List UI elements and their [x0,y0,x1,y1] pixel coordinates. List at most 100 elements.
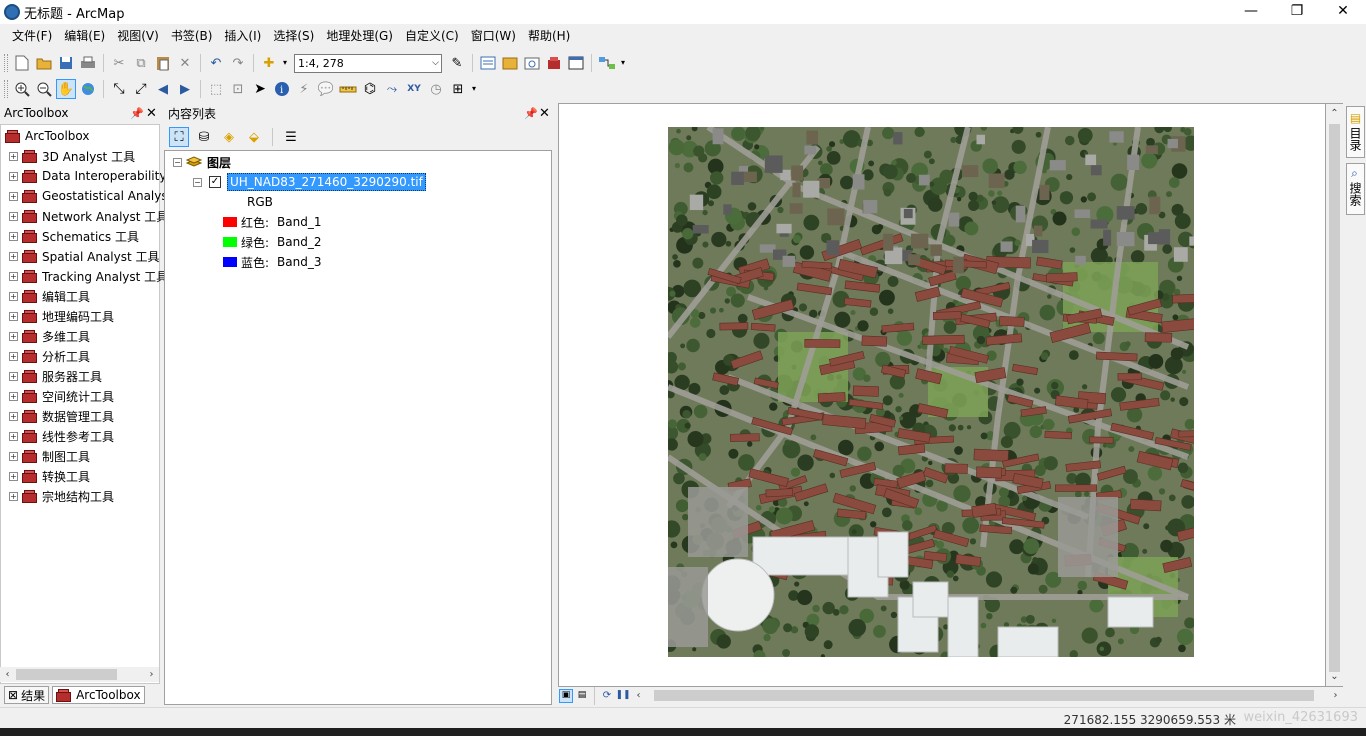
expand-icon[interactable]: + [9,491,18,501]
tree-root-arctoolbox[interactable]: ArcToolbox [5,126,89,146]
scroll-left-icon[interactable]: ‹ [631,688,646,703]
undo-icon[interactable]: ↶ [206,53,226,73]
list-by-selection-icon[interactable]: ⬙ [244,127,264,147]
layout-view-icon[interactable]: ▤ [575,689,589,703]
open-folder-icon[interactable] [34,53,54,73]
toolbox-item[interactable]: +3D Analyst 工具 [9,146,135,166]
zoom-out-icon[interactable] [34,79,54,99]
collapse-icon[interactable]: − [173,157,182,167]
measure-icon[interactable] [338,79,358,99]
refresh-icon[interactable]: ⟳ [600,689,614,703]
expand-icon[interactable]: + [9,331,18,341]
delete-icon[interactable]: ✕ [175,53,195,73]
toolbox-item[interactable]: + Network Analyst 工具 [9,206,168,226]
table-of-contents-icon[interactable] [478,53,498,73]
map-scale-combo[interactable]: 1:4, 278 ⌵ [294,53,442,73]
pause-drawing-icon[interactable]: ❚❚ [615,689,630,703]
toolbox-item[interactable]: + 转换工具 [9,466,90,486]
fixed-zoom-out-icon[interactable]: ⤢ [131,79,151,99]
forward-extent-icon[interactable]: ▶ [175,79,195,99]
menu-file[interactable]: 文件(F) [6,24,58,48]
scroll-thumb[interactable] [1329,124,1340,672]
toolbar-options-icon[interactable]: ▾ [619,53,627,73]
fixed-zoom-in-icon[interactable]: ⤡ [109,79,129,99]
catalog-dock-tab[interactable]: ▤ 目录 [1346,106,1365,158]
pin-icon[interactable]: 📌 [524,107,538,120]
toolbox-item[interactable]: + Geostatistical Analyst [9,186,172,206]
toolbox-item[interactable]: + 服务器工具 [9,366,102,386]
toolbox-item[interactable]: + Tracking Analyst 工具 [9,266,168,286]
expand-icon[interactable]: + [9,371,18,381]
menu-geoprocessing[interactable]: 地理处理(G) [320,24,399,48]
toolbox-item[interactable]: + 数据管理工具 [9,406,114,426]
map-vertical-scrollbar[interactable]: ⌃ ⌄ [1326,103,1343,687]
add-data-icon[interactable]: ✚ [259,53,279,73]
map-display[interactable] [558,103,1326,687]
toolbox-item[interactable]: + 线性参考工具 [9,426,114,446]
menu-customize[interactable]: 自定义(C) [399,24,465,48]
menu-insert[interactable]: 插入(I) [218,24,267,48]
expand-icon[interactable]: + [9,171,18,181]
toolbar-options-icon[interactable]: ▾ [470,79,478,99]
list-by-source-icon[interactable]: ⛁ [194,127,214,147]
toolbox-item[interactable]: + 地理编码工具 [9,306,114,326]
editor-toolbar-icon[interactable]: ✎ [447,53,467,73]
toolbox-item[interactable]: + 空间统计工具 [9,386,114,406]
menu-windows[interactable]: 窗口(W) [465,24,522,48]
save-icon[interactable] [56,53,76,73]
find-route-icon[interactable]: ⤳ [382,79,402,99]
data-view-icon[interactable]: ▣ [559,688,573,703]
expand-icon[interactable]: + [9,291,18,301]
toolbox-item[interactable]: + 制图工具 [9,446,90,466]
python-window-icon[interactable] [566,53,586,73]
toc-options-icon[interactable]: ☰ [281,127,301,147]
find-binoculars-icon[interactable]: ⌬ [360,79,380,99]
search-window-icon[interactable] [522,53,542,73]
select-elements-arrow-icon[interactable]: ➤ [250,79,270,99]
back-extent-icon[interactable]: ◀ [153,79,173,99]
expand-icon[interactable]: + [9,411,18,421]
scroll-right-icon[interactable]: › [1328,688,1343,703]
tab-results[interactable]: ⊠ 结果 [4,686,50,704]
minimize-button[interactable]: — [1228,0,1274,24]
list-by-visibility-icon[interactable]: ◈ [219,127,239,147]
menu-selection[interactable]: 选择(S) [267,24,320,48]
expand-icon[interactable]: + [9,391,18,401]
clear-selection-icon[interactable]: ⊡ [228,79,248,99]
menu-help[interactable]: 帮助(H) [522,24,576,48]
expand-icon[interactable]: + [9,471,18,481]
menu-view[interactable]: 视图(V) [111,24,165,48]
pan-hand-icon[interactable]: ✋ [56,79,76,99]
catalog-window-icon[interactable] [500,53,520,73]
expand-icon[interactable]: + [9,351,18,361]
close-button[interactable]: ✕ [1320,0,1366,24]
toolbar-grip[interactable] [4,54,8,72]
toolbox-item[interactable]: + 编辑工具 [9,286,90,306]
list-by-drawing-order-icon[interactable]: ⛶ [169,127,189,147]
full-extent-globe-icon[interactable] [78,79,98,99]
create-viewer-window-icon[interactable]: ⊞ [448,79,468,99]
add-data-dropdown-icon[interactable]: ▾ [281,53,289,73]
chevron-down-icon[interactable]: ⌵ [432,58,439,68]
scroll-right-icon[interactable]: › [144,667,159,682]
search-dock-tab[interactable]: ⌕ 搜索 [1346,163,1365,215]
identify-icon[interactable]: i [272,79,292,99]
expand-icon[interactable]: + [9,451,18,461]
maximize-button[interactable]: ❐ [1274,0,1320,24]
cut-icon[interactable]: ✂ [109,53,129,73]
redo-icon[interactable]: ↷ [228,53,248,73]
layers-group[interactable]: − 图层 [173,152,231,172]
scroll-left-icon[interactable]: ‹ [0,667,15,682]
raster-layer[interactable]: − ✓ UH_NAD83_271460_3290290.tif [193,172,426,192]
toolbox-item[interactable]: + Spatial Analyst 工具 [9,246,160,266]
menu-bookmarks[interactable]: 书签(B) [165,24,219,48]
close-pane-icon[interactable]: ✕ [146,106,157,121]
arctoolbox-window-icon[interactable] [544,53,564,73]
expand-icon[interactable]: + [9,271,18,281]
layer-visibility-checkbox[interactable]: ✓ [209,176,221,188]
copy-icon[interactable]: ⧉ [131,53,151,73]
menu-edit[interactable]: 编辑(E) [58,24,111,48]
html-popup-icon[interactable]: 💬 [316,79,336,99]
tab-arctoolbox[interactable]: ArcToolbox [52,686,145,704]
select-features-icon[interactable]: ⬚ [206,79,226,99]
